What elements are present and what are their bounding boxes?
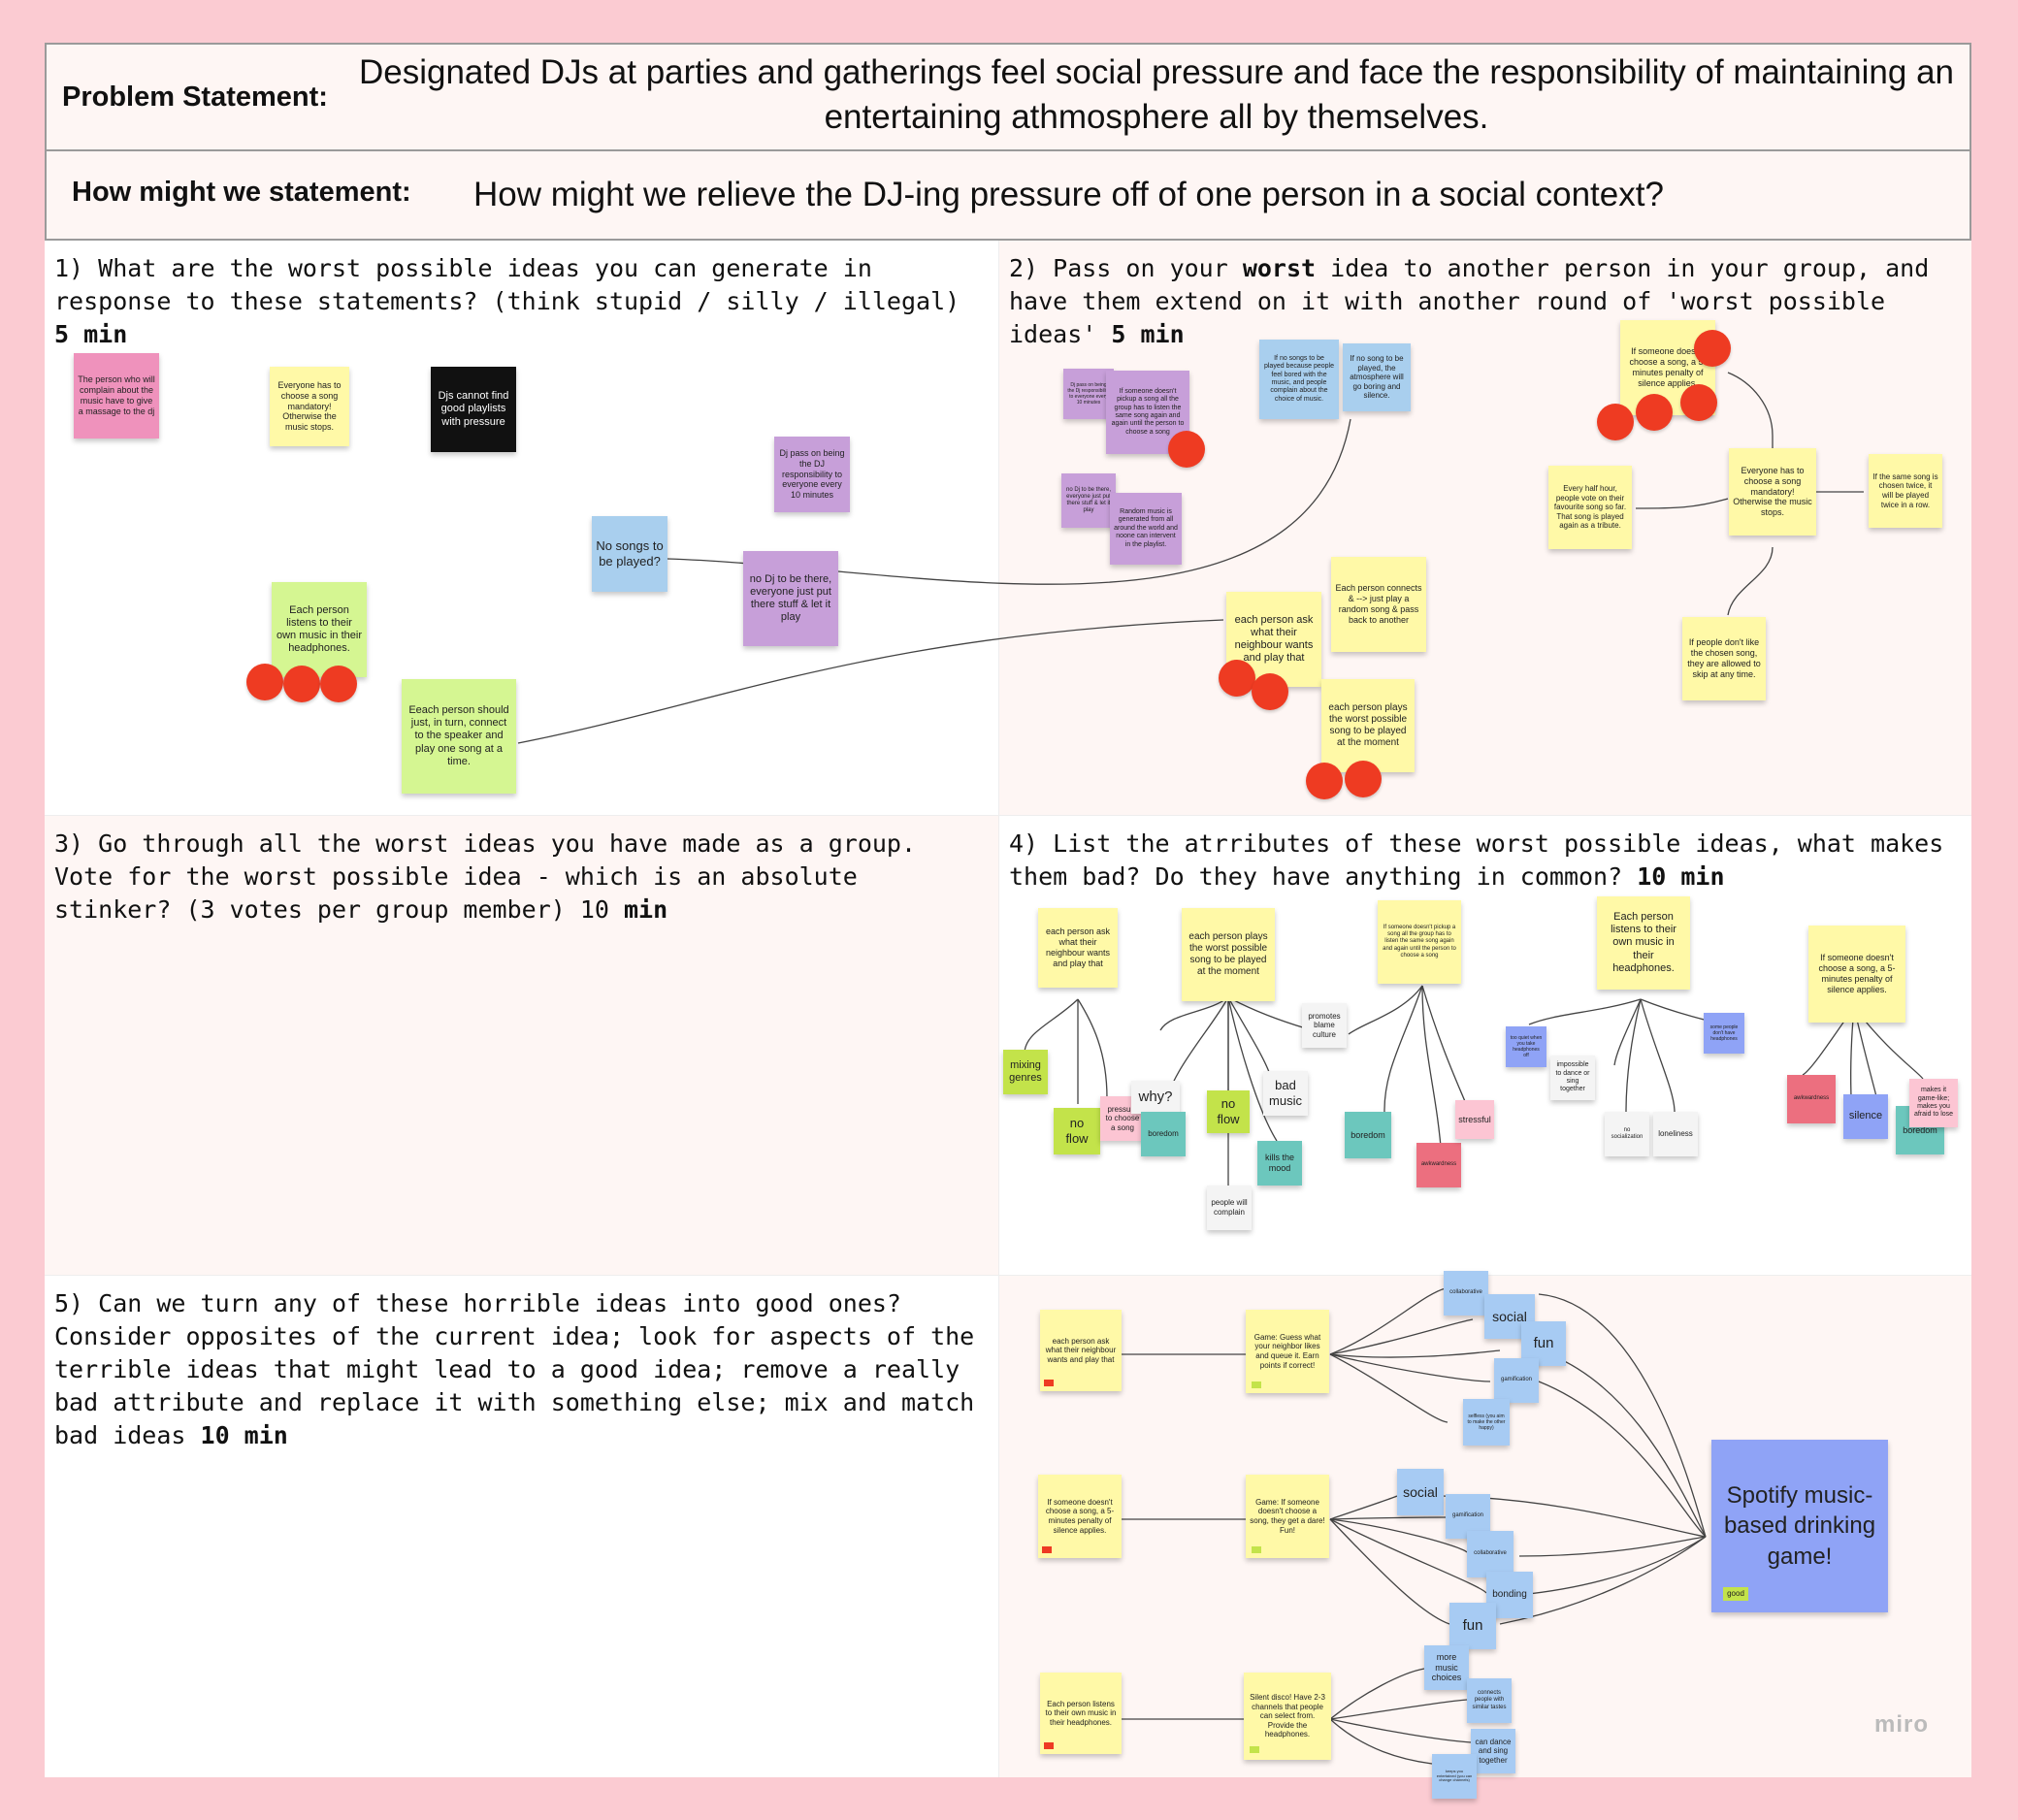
sticky-note[interactable]: Everyone has to choose a song mandatory!… [1729, 448, 1816, 536]
sticky-note[interactable]: If people don't like the chosen song, th… [1682, 617, 1766, 700]
attribute-note[interactable]: boredom [1141, 1112, 1186, 1156]
step-2-instructions: 2) Pass on your worst idea to another pe… [1009, 254, 1930, 348]
hmw-statement-text: How might we relieve the DJ-ing pressure… [473, 176, 1664, 213]
sticky-note[interactable]: Every half hour, people vote on their fa… [1548, 466, 1632, 549]
step-5-instructions: 5) Can we turn any of these horrible ide… [54, 1289, 975, 1449]
vote-dot [246, 664, 283, 700]
attribute-note[interactable]: no flow [1054, 1108, 1100, 1154]
sticky-note[interactable]: If someone doesn't pickup a song all the… [1378, 900, 1461, 984]
benefit-note[interactable]: collaborative [1444, 1271, 1488, 1316]
sticky-note[interactable]: no Dj to be there, everyone just put the… [1061, 473, 1116, 528]
sticky-note[interactable]: If no song to be played, the atmosphere … [1343, 343, 1411, 411]
benefit-note[interactable]: can dance and sing together [1471, 1729, 1515, 1773]
vote-dot [1168, 431, 1205, 468]
benefit-note[interactable]: social [1397, 1469, 1444, 1515]
benefit-note[interactable]: fun [1449, 1603, 1496, 1649]
red-tag [1042, 1546, 1052, 1553]
sticky-note[interactable]: each person plays the worst possible son… [1321, 679, 1415, 772]
sticky-note[interactable]: each person ask what their neighbour wan… [1038, 908, 1118, 988]
problem-statement-label: Problem Statement: [62, 81, 328, 113]
sticky-note[interactable]: each person plays the worst possible son… [1182, 908, 1275, 1001]
attribute-note[interactable]: why? [1131, 1081, 1180, 1114]
attribute-note[interactable]: silence [1843, 1094, 1888, 1139]
attribute-note[interactable]: mixing genres [1003, 1050, 1048, 1094]
green-tag [1250, 1746, 1259, 1753]
red-tag [1044, 1742, 1054, 1749]
attribute-note[interactable]: stressful [1455, 1100, 1494, 1139]
step-3-area: 3) Go through all the worst ideas you ha… [45, 815, 998, 1275]
attribute-note[interactable]: awkwardness [1416, 1143, 1461, 1187]
good-tag: good [1723, 1587, 1748, 1601]
vote-dot [1345, 761, 1382, 797]
benefit-note[interactable]: keeps you entertained (you can change ch… [1432, 1754, 1477, 1799]
attribute-note[interactable]: too quiet when you take headphones off [1506, 1026, 1546, 1067]
attribute-note[interactable]: kills the mood [1257, 1141, 1302, 1186]
sticky-note[interactable]: Everyone has to choose a song mandatory!… [270, 367, 349, 446]
sticky-note[interactable]: No songs to be played? [592, 516, 667, 592]
hmw-statement-row: How might we statement: How might we rel… [45, 149, 1971, 241]
attribute-note[interactable]: no socialization [1605, 1112, 1649, 1156]
green-tag [1252, 1546, 1261, 1553]
benefit-note[interactable]: collaborative [1467, 1531, 1514, 1577]
sticky-note[interactable]: If no songs to be played because people … [1259, 340, 1339, 419]
step-1-instructions: 1) What are the worst possible ideas you… [54, 254, 960, 348]
step-5-area: 5) Can we turn any of these horrible ide… [45, 1275, 998, 1777]
benefit-note[interactable]: selfless (you aim to make the other happ… [1463, 1399, 1510, 1446]
sticky-note[interactable]: If someone doesn't choose a song, a 5-mi… [1808, 926, 1905, 1023]
green-tag [1252, 1381, 1261, 1388]
sticky-note[interactable]: no Dj to be there, everyone just put the… [743, 551, 838, 646]
attribute-note[interactable]: people will complain [1207, 1186, 1252, 1230]
problem-statement-text: Designated DJs at parties and gatherings… [358, 53, 1954, 136]
benefit-note[interactable]: connects people with similar tastes [1467, 1678, 1512, 1723]
red-tag [1044, 1380, 1054, 1386]
problem-statement-row: Problem Statement: Designated DJs at par… [45, 43, 1971, 151]
step-4-area: 4) List the atrributes of these worst po… [998, 815, 1971, 1275]
attribute-note[interactable]: awkwardness [1787, 1075, 1836, 1123]
hmw-statement-label: How might we statement: [72, 177, 411, 208]
sticky-note[interactable]: The person who will complain about the m… [74, 353, 159, 439]
attribute-note[interactable]: promotes blame culture [1302, 1003, 1347, 1048]
vote-dot [1219, 660, 1255, 697]
vote-dot [1680, 384, 1717, 421]
vote-dot [1306, 763, 1343, 799]
benefit-note[interactable]: gamification [1494, 1358, 1539, 1403]
sticky-note[interactable]: Djs cannot find good playlists with pres… [431, 367, 516, 452]
vote-dot [1636, 394, 1673, 431]
attribute-note[interactable]: impossible to dance or sing together [1550, 1056, 1595, 1100]
step-4-instructions: 4) List the atrributes of these worst po… [1009, 829, 1944, 891]
miro-logo: miro [1873, 1711, 1929, 1738]
step-3-instructions: 3) Go through all the worst ideas you ha… [54, 829, 917, 924]
attribute-note[interactable]: no flow [1207, 1090, 1250, 1133]
attribute-note[interactable]: bad music [1263, 1071, 1308, 1116]
sticky-note[interactable]: Eeach person should just, in turn, conne… [402, 679, 516, 794]
attribute-note[interactable]: makes it game-like; makes you afraid to … [1909, 1079, 1958, 1127]
vote-dot [1597, 404, 1634, 440]
sticky-note[interactable]: If the same song is chosen twice, it wil… [1869, 454, 1942, 528]
vote-dot [283, 666, 320, 702]
sticky-note[interactable]: Random music is generated from all aroun… [1110, 493, 1182, 565]
attribute-note[interactable]: some people don't have headphones [1704, 1013, 1744, 1054]
whiteboard: Problem Statement: Designated DJs at par… [45, 43, 1971, 1799]
vote-dot [1252, 673, 1288, 710]
sticky-note[interactable]: Each person listens to their own music i… [272, 582, 367, 677]
attribute-note[interactable]: boredom [1345, 1112, 1391, 1158]
step-1-area: 1) What are the worst possible ideas you… [45, 241, 998, 815]
attribute-note[interactable]: loneliness [1653, 1112, 1698, 1156]
sticky-note[interactable]: Dj pass on being the DJ responsibility t… [774, 437, 850, 512]
vote-dot [1694, 330, 1731, 367]
sticky-note[interactable]: Each person listens to their own music i… [1597, 896, 1690, 990]
benefit-note[interactable]: more music choices [1424, 1645, 1469, 1690]
vote-dot [320, 666, 357, 702]
sticky-note[interactable]: Each person connects & --> just play a r… [1331, 557, 1426, 652]
